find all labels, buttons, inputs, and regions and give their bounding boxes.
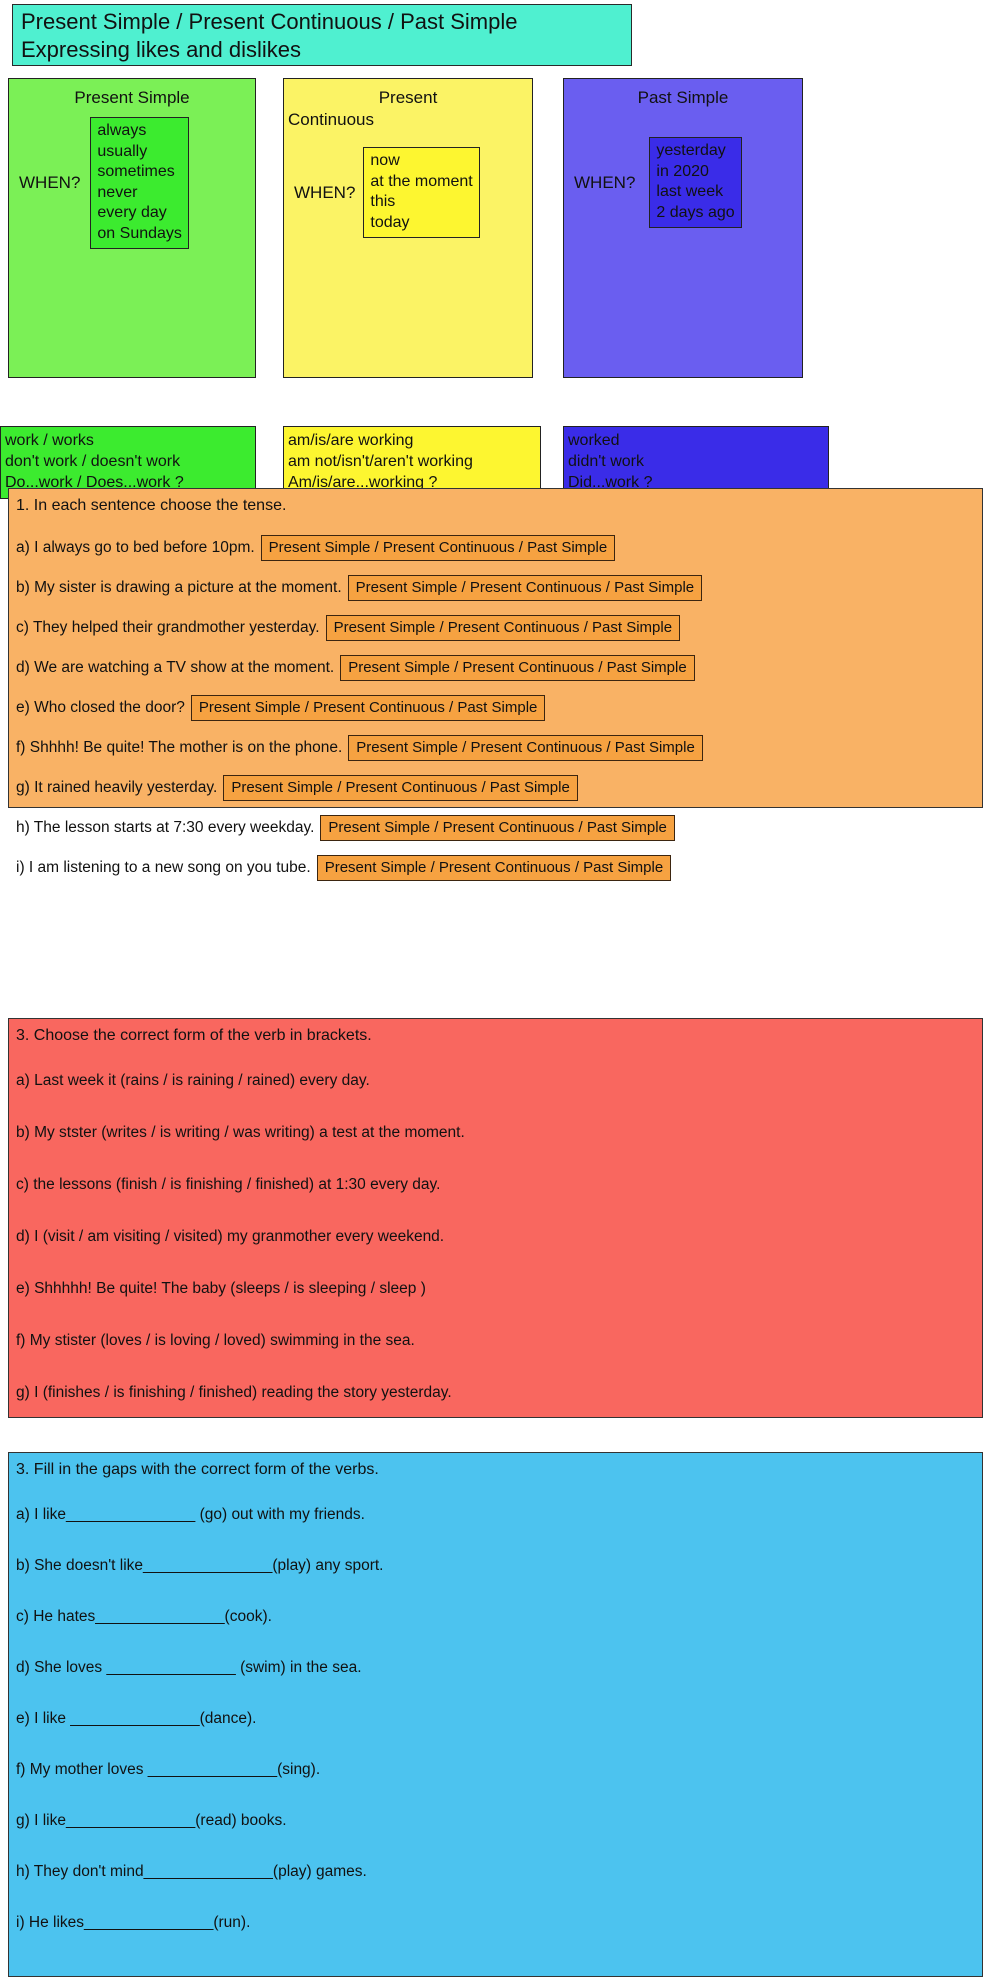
time-expression: at the moment: [370, 172, 473, 190]
time-expression: always: [97, 122, 147, 139]
tense-choice-chip[interactable]: Present Simple / Present Continuous / Pa…: [348, 735, 703, 761]
exercise-1-panel: 1. In each sentence choose the tense. a)…: [8, 488, 983, 881]
exercise-1-item-h: h) The lesson starts at 7:30 every weekd…: [16, 815, 675, 841]
exercise-2-item-f: f) My stister (loves / is loving / loved…: [16, 1332, 415, 1349]
time-expression: now: [370, 152, 400, 169]
tense-card-heading-line-2: Continuous: [288, 110, 375, 129]
time-expressions-box: now at the moment this today: [363, 147, 480, 238]
time-expression: never: [97, 183, 138, 201]
exercise-2-item-b: b) My stster (writes / is writing / was …: [16, 1124, 465, 1141]
time-expression: this: [370, 193, 396, 210]
time-expression: usually: [97, 142, 148, 160]
exercise-2-item-e: e) Shhhhh! Be quite! The baby (sleeps / …: [16, 1280, 426, 1297]
exercise-3-panel: 3. Fill in the gaps with the correct for…: [8, 1452, 983, 1977]
tense-card-present-continuous: Present Continuous WHEN? now at the mome…: [283, 78, 533, 378]
question-text: b) My sister is drawing a picture at the…: [16, 579, 342, 596]
tense-card-heading: Present Continuous: [284, 79, 532, 131]
exercise-2-item-g: g) I (finishes / is finishing / finished…: [16, 1384, 452, 1401]
verb-form: didn't work: [568, 453, 644, 470]
exercise-2-item-d: d) I (visit / am visiting / visited) my …: [16, 1228, 445, 1245]
time-expression: on Sundays: [97, 224, 182, 242]
question-text: a) I always go to bed before 10pm.: [16, 539, 255, 556]
worksheet-title-banner: Present Simple / Present Continuous / Pa…: [12, 4, 632, 66]
question-text: i) I am listening to a new song on you t…: [16, 859, 311, 876]
exercise-1-item-f: f) Shhhh! Be quite! The mother is on the…: [16, 735, 703, 761]
time-expressions-box: always usually sometimes never every day…: [90, 117, 189, 249]
time-expression: every day: [97, 204, 167, 221]
verb-form: don't work / doesn't work: [5, 453, 181, 470]
when-group-present-simple: WHEN? always usually sometimes never eve…: [19, 117, 189, 249]
when-label: WHEN?: [19, 173, 81, 192]
exercise-2-item-a: a) Last week it (rains / is raining / ra…: [16, 1072, 370, 1089]
time-expression: 2 days ago: [656, 203, 735, 221]
time-expressions-box: yesterday in 2020 last week 2 days ago: [649, 137, 742, 228]
tense-choice-chip[interactable]: Present Simple / Present Continuous / Pa…: [320, 815, 675, 841]
exercise-1-item-e: e) Who closed the door? Present Simple /…: [16, 695, 546, 721]
verb-form: work / works: [5, 432, 94, 449]
when-group-present-continuous: WHEN? now at the moment this today: [294, 147, 480, 238]
tense-choice-chip[interactable]: Present Simple / Present Continuous / Pa…: [325, 615, 681, 641]
tense-card-present-simple: Present Simple WHEN? always usually some…: [8, 78, 256, 378]
exercise-1-item-c: c) They helped their grandmother yesterd…: [16, 615, 681, 641]
time-expression: last week: [656, 183, 724, 200]
tense-choice-chip[interactable]: Present Simple / Present Continuous / Pa…: [316, 855, 672, 881]
time-expression: yesterday: [656, 142, 726, 159]
when-group-past-simple: WHEN? yesterday in 2020 last week 2 days…: [574, 137, 742, 228]
worksheet-title-line-1: Present Simple / Present Continuous / Pa…: [21, 9, 518, 34]
exercise-2-title: 3. Choose the correct form of the verb i…: [16, 1027, 372, 1044]
tense-choice-chip[interactable]: Present Simple / Present Continuous / Pa…: [223, 775, 578, 801]
tense-choice-chip[interactable]: Present Simple / Present Continuous / Pa…: [347, 575, 703, 601]
tense-card-heading: Present Simple: [74, 88, 190, 107]
verb-form: worked: [568, 432, 620, 449]
tense-card-heading: Past Simple: [637, 88, 729, 107]
exercise-3-item-i[interactable]: i) He likes_______________(run).: [16, 1913, 250, 1933]
exercise-2-panel: 3. Choose the correct form of the verb i…: [8, 1018, 983, 1418]
exercise-1-item-b: b) My sister is drawing a picture at the…: [16, 575, 703, 601]
exercise-3-item-h[interactable]: h) They don't mind_______________(play) …: [16, 1862, 367, 1882]
when-label: WHEN?: [294, 182, 356, 202]
question-text: g) It rained heavily yesterday.: [16, 779, 218, 796]
tense-choice-chip[interactable]: Present Simple / Present Continuous / Pa…: [340, 655, 695, 681]
verb-form: am/is/are working: [288, 432, 414, 449]
tense-choice-chip[interactable]: Present Simple / Present Continuous / Pa…: [190, 695, 546, 721]
exercise-3-item-d[interactable]: d) She loves _______________ (swim) in t…: [16, 1658, 362, 1678]
time-expression: today: [370, 213, 410, 231]
exercise-3-item-g[interactable]: g) I like_______________(read) books.: [16, 1811, 287, 1831]
exercise-1-title: 1. In each sentence choose the tense.: [16, 497, 287, 514]
exercise-3-item-f[interactable]: f) My mother loves _______________(sing)…: [16, 1760, 320, 1780]
question-text: h) The lesson starts at 7:30 every weekd…: [16, 819, 315, 836]
question-text: f) Shhhh! Be quite! The mother is on the…: [16, 739, 343, 756]
question-text: e) Who closed the door?: [16, 699, 185, 716]
worksheet-title-line-2: Expressing likes and dislikes: [21, 37, 302, 62]
tense-card-past-simple: Past Simple WHEN? yesterday in 2020 last…: [563, 78, 803, 378]
exercise-1-item-d: d) We are watching a TV show at the mome…: [16, 655, 695, 681]
question-text: d) We are watching a TV show at the mome…: [16, 659, 335, 676]
tense-card-heading-line-1: Present: [378, 88, 438, 107]
tense-choice-chip[interactable]: Present Simple / Present Continuous / Pa…: [260, 535, 616, 561]
verb-form: am not/isn't/aren't working: [288, 453, 473, 470]
exercise-3-title: 3. Fill in the gaps with the correct for…: [16, 1461, 379, 1478]
exercise-3-item-e[interactable]: e) I like _______________(dance).: [16, 1709, 256, 1729]
tense-overview-row: Present Simple WHEN? always usually some…: [0, 78, 1000, 499]
exercise-3-item-b[interactable]: b) She doesn't like_______________(play)…: [16, 1556, 383, 1576]
exercise-1-item-g: g) It rained heavily yesterday. Present …: [16, 775, 578, 801]
time-expression: sometimes: [97, 163, 175, 180]
when-label: WHEN?: [574, 172, 636, 192]
time-expression: in 2020: [656, 162, 709, 180]
exercise-3-item-c[interactable]: c) He hates_______________(cook).: [16, 1607, 272, 1627]
question-text: c) They helped their grandmother yesterd…: [16, 619, 320, 636]
exercise-1-item-a: a) I always go to bed before 10pm. Prese…: [16, 535, 616, 561]
exercise-1-item-i: i) I am listening to a new song on you t…: [16, 855, 672, 881]
exercise-3-item-a[interactable]: a) I like_______________ (go) out with m…: [16, 1505, 365, 1525]
exercise-2-item-c: c) the lessons (finish / is finishing / …: [16, 1176, 441, 1193]
